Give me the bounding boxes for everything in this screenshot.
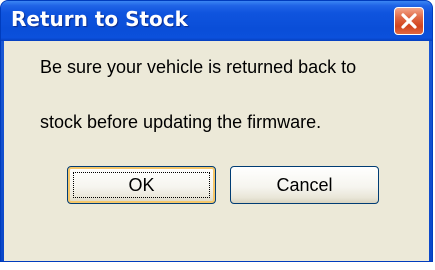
cancel-button[interactable]: Cancel [230, 166, 379, 204]
close-button[interactable] [394, 7, 424, 35]
message-line-1: Be sure your vehicle is returned back to [40, 57, 357, 77]
close-icon [401, 13, 417, 29]
ok-button[interactable]: OK [67, 166, 216, 204]
dialog-title: Return to Stock [11, 7, 188, 31]
ok-button-label: OK [128, 175, 155, 195]
dialog-window: Return to Stock Be sure your vehicle is … [0, 0, 433, 262]
title-bar[interactable]: Return to Stock [1, 1, 432, 41]
cancel-button-label: Cancel [276, 175, 333, 195]
message-line-2: stock before updating the firmware. [40, 112, 322, 132]
